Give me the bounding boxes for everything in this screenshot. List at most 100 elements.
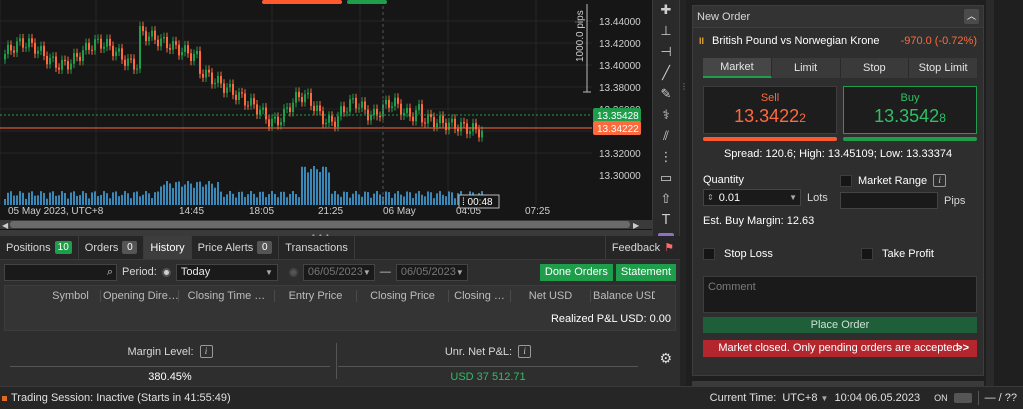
channel-icon[interactable]: ⫽ xyxy=(653,126,679,147)
sell-price: 13.34222 xyxy=(734,106,806,126)
tab-price-alerts[interactable]: Price Alerts 0 xyxy=(192,236,280,259)
candle-body xyxy=(394,97,396,107)
candle-body xyxy=(247,105,249,107)
market-range-checkbox[interactable] xyxy=(840,174,852,187)
stop-loss-toggle[interactable]: Stop Loss xyxy=(703,248,819,260)
tab-orders[interactable]: Orders 0 xyxy=(79,236,145,259)
sell-bar xyxy=(703,137,837,141)
order-tab-stop[interactable]: Stop xyxy=(841,58,910,78)
tab-history[interactable]: History xyxy=(144,236,192,259)
column-header[interactable]: Entry Price xyxy=(275,290,357,302)
column-header[interactable]: Closing Time … xyxy=(179,290,275,302)
volume-bar xyxy=(124,191,126,205)
volume-bar xyxy=(187,181,189,205)
crosshair-icon[interactable]: ✚ xyxy=(653,0,679,21)
candle-body xyxy=(175,41,177,45)
candle-body xyxy=(388,99,390,108)
stepper-icon[interactable]: ⇕ xyxy=(707,193,714,202)
statement-button[interactable]: Statement xyxy=(615,263,676,281)
sell-label: Sell xyxy=(760,92,780,104)
candle-body xyxy=(4,54,6,60)
column-header[interactable]: Closing … xyxy=(449,290,511,302)
period-select[interactable]: Today ▼ xyxy=(175,263,278,281)
candle-body xyxy=(61,59,63,70)
order-tab-stop-limit[interactable]: Stop Limit xyxy=(909,58,977,78)
double-chevron-icon[interactable]: >> xyxy=(956,340,969,357)
volume-bar xyxy=(286,197,288,205)
done-orders-button[interactable]: Done Orders xyxy=(539,263,613,281)
chevron-up-icon[interactable]: ︿ xyxy=(964,9,979,24)
chevron-down-icon[interactable]: ▼ xyxy=(789,193,797,202)
volume-bar xyxy=(109,198,111,205)
take-profit-toggle[interactable]: Take Profit xyxy=(819,248,977,260)
stop-loss-checkbox[interactable] xyxy=(703,248,715,260)
candle-body xyxy=(49,57,51,65)
horizontal-line-icon[interactable]: ⊥ xyxy=(653,21,679,42)
chart-canvas[interactable]: 13.4400013.4200013.4000013.3800013.36000… xyxy=(0,0,652,230)
comment-field[interactable]: Comment xyxy=(703,276,977,313)
volume-bar xyxy=(193,187,195,205)
pen-icon[interactable]: ✎ xyxy=(653,84,679,105)
volume-bar xyxy=(43,192,45,205)
candle-body xyxy=(193,53,195,61)
column-header[interactable]: Opening Dire… xyxy=(101,290,179,302)
column-header[interactable]: Symbol xyxy=(41,290,101,302)
search-input[interactable]: ⌕ xyxy=(4,263,117,281)
pips-input[interactable] xyxy=(840,192,938,209)
rectangle-icon[interactable]: ▭ xyxy=(653,168,679,189)
timezone-select[interactable]: UTC+8 ▼ xyxy=(782,392,828,404)
search-icon[interactable]: ⌕ xyxy=(107,266,113,279)
buy-button[interactable]: Buy 13.35428 xyxy=(843,86,977,134)
info-icon[interactable]: i xyxy=(518,345,532,358)
date-from-select[interactable]: 06/05/2023 ▼ xyxy=(302,263,375,281)
candle-body xyxy=(286,107,288,109)
price-chart[interactable]: 13.4400013.4200013.4000013.3800013.36000… xyxy=(0,0,652,230)
period-radio[interactable] xyxy=(161,267,171,277)
column-header[interactable]: Closing Price xyxy=(357,290,449,302)
volume-bar xyxy=(376,191,378,205)
arrow-icon[interactable]: ⇧ xyxy=(653,189,679,210)
trend-line-icon[interactable]: ╱ xyxy=(653,63,679,84)
info-icon[interactable]: i xyxy=(933,174,947,187)
volume-bar xyxy=(340,196,342,205)
fibonacci-icon[interactable]: ⚕ xyxy=(653,105,679,126)
feedback-button[interactable]: Feedback ⚑ xyxy=(604,236,680,259)
vertical-line-icon[interactable]: ⊣ xyxy=(653,42,679,63)
market-range-toggle[interactable]: Market Range i xyxy=(840,174,977,187)
volume-bar xyxy=(292,191,294,205)
candle-body xyxy=(55,56,57,68)
sell-button[interactable]: Sell 13.34222 xyxy=(703,86,837,134)
order-scrollbar[interactable] xyxy=(986,0,994,386)
tab-label: Price Alerts xyxy=(197,241,254,254)
tab-positions[interactable]: Positions 10 xyxy=(0,236,79,259)
candle-body xyxy=(472,123,474,132)
gear-icon[interactable]: ⚙ xyxy=(659,351,672,367)
column-header[interactable]: Balance USD xyxy=(591,290,655,302)
quantity-stepper[interactable]: ⇕ 0.01 ▼ xyxy=(703,189,801,206)
countdown-text: ⁞ 00:48 xyxy=(462,197,493,208)
candle-body xyxy=(190,53,192,61)
place-order-button[interactable]: Place Order xyxy=(703,317,977,333)
sound-toggle[interactable] xyxy=(953,393,972,403)
order-tab-limit[interactable]: Limit xyxy=(772,58,841,78)
volume-bar xyxy=(142,194,144,205)
candle-body xyxy=(43,45,45,56)
candle-body xyxy=(250,98,252,106)
grid-icon[interactable]: ⋮ xyxy=(653,147,679,168)
order-tab-market[interactable]: Market xyxy=(703,58,772,78)
volume-bar xyxy=(349,197,351,205)
connection-counter: — / ?? xyxy=(984,392,1017,404)
history-table: Symbol Opening Dire… Closing Time … Entry P… xyxy=(4,285,676,331)
candle-body xyxy=(7,44,9,54)
volume-bar xyxy=(370,197,372,205)
column-header[interactable]: Net USD xyxy=(511,290,591,302)
take-profit-checkbox[interactable] xyxy=(861,248,873,260)
date-range-radio[interactable] xyxy=(288,267,298,277)
candle-body xyxy=(358,107,360,109)
text-icon[interactable]: T xyxy=(653,210,679,231)
tab-transactions[interactable]: Transactions xyxy=(279,236,355,259)
market-closed-banner[interactable]: Market closed. Only pending orders are a… xyxy=(703,340,977,357)
volume-bar xyxy=(388,192,390,205)
info-icon[interactable]: i xyxy=(199,345,213,358)
date-to-select[interactable]: 06/05/2023 ▼ xyxy=(395,263,468,281)
